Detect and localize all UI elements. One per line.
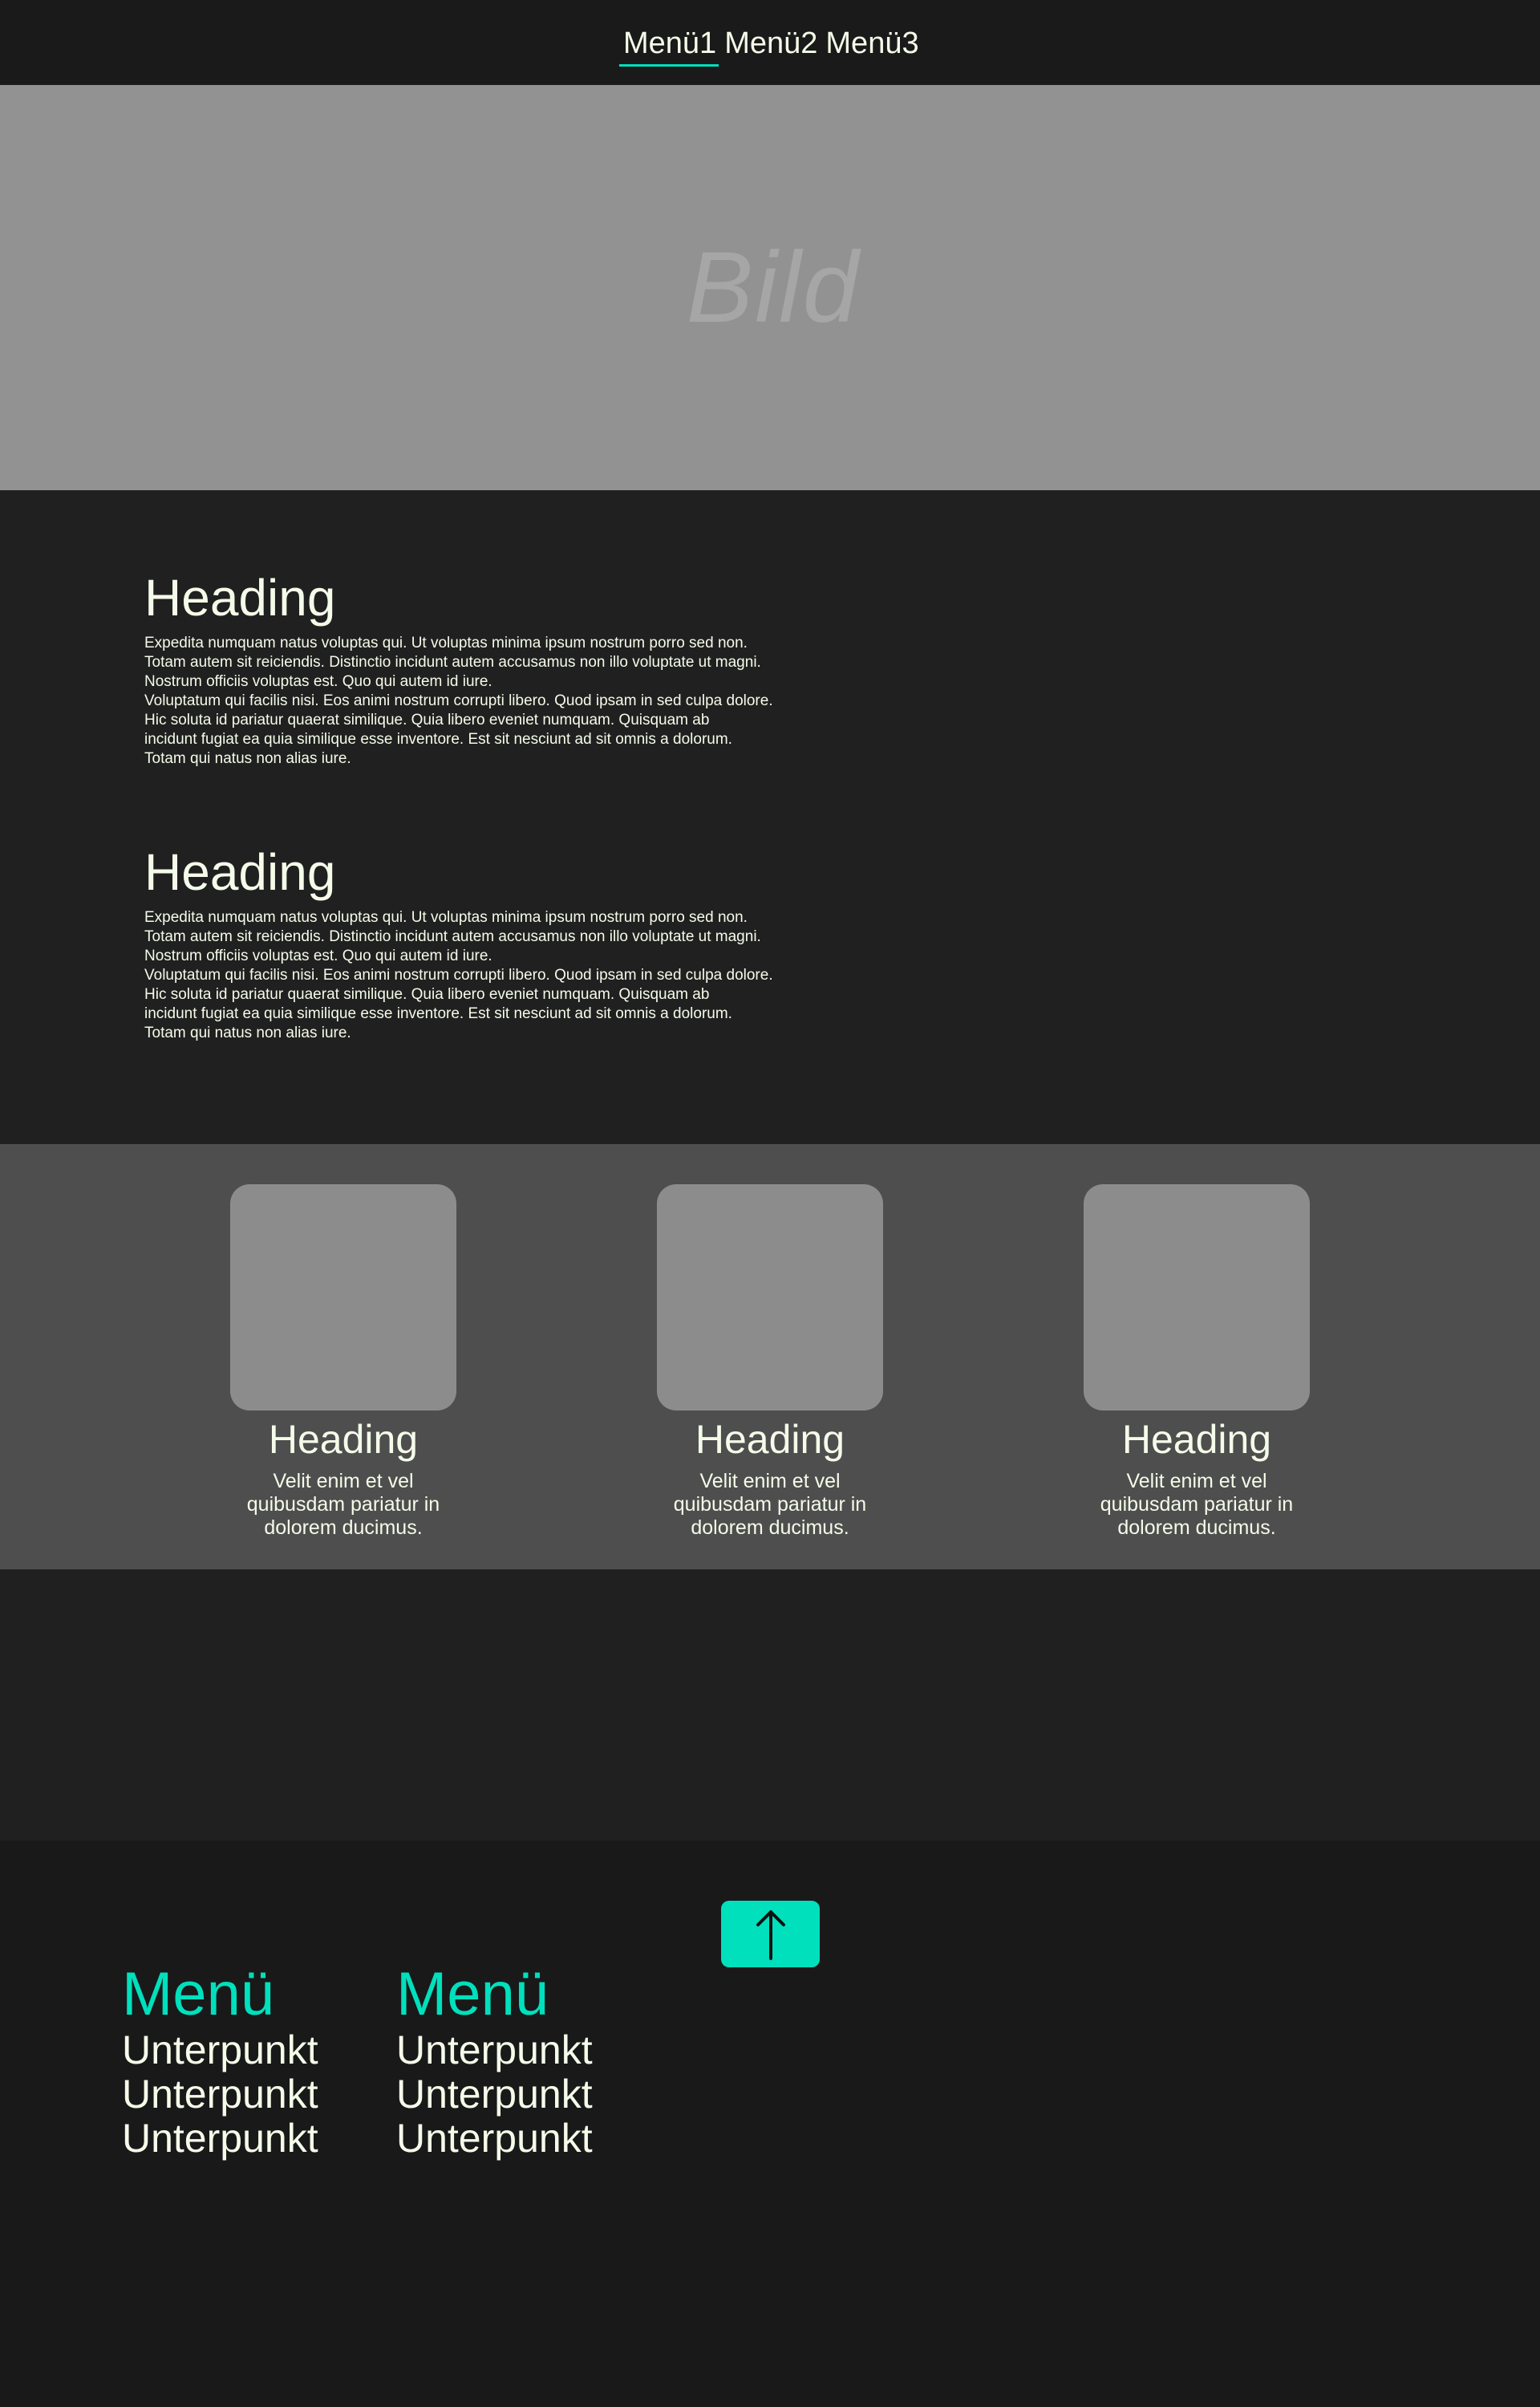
footer-menu-column-2: Menü Unterpunkt Unterpunkt Unterpunkt [396, 1961, 593, 2161]
top-navigation: Menü1 Menü2 Menü3 [0, 0, 1540, 84]
footer-menu-column-1: Menü Unterpunkt Unterpunkt Unterpunkt [122, 1961, 318, 2161]
nav-item-menu2[interactable]: Menü2 [720, 22, 821, 64]
section-heading: Heading [144, 569, 336, 627]
feature-card: Heading Velit enim et vel quibusdam pari… [1044, 1184, 1349, 1540]
footer-link[interactable]: Unterpunkt [396, 2028, 593, 2072]
hero-image-placeholder: Bild [0, 85, 1540, 490]
card-band: Heading Velit enim et vel quibusdam pari… [0, 1144, 1540, 1569]
card-heading: Heading [268, 1417, 419, 1462]
card-text: Velit enim et vel quibusdam pariatur in … [246, 1470, 440, 1539]
card-heading: Heading [695, 1417, 845, 1462]
footer-menu-heading[interactable]: Menü [396, 1961, 593, 2028]
footer-link[interactable]: Unterpunkt [122, 2117, 318, 2161]
footer-link[interactable]: Unterpunkt [122, 2072, 318, 2117]
section-heading: Heading [144, 843, 336, 901]
feature-card: Heading Velit enim et vel quibusdam pari… [191, 1184, 496, 1540]
card-image-placeholder[interactable] [230, 1184, 456, 1411]
section-body: Expedita numquam natus voluptas qui. Ut … [144, 635, 773, 767]
arrow-up-icon [756, 1910, 785, 1960]
feature-card: Heading Velit enim et vel quibusdam pari… [618, 1184, 922, 1540]
text-section-1: Heading Expedita numquam natus voluptas … [144, 571, 834, 769]
card-image-placeholder[interactable] [657, 1184, 883, 1411]
card-image-placeholder[interactable] [1084, 1184, 1310, 1411]
card-heading: Heading [1121, 1417, 1272, 1462]
main-menu: Menü1 Menü2 Menü3 [619, 22, 923, 67]
card-text: Velit enim et vel quibusdam pariatur in … [1100, 1470, 1294, 1539]
card-text: Velit enim et vel quibusdam pariatur in … [673, 1470, 867, 1539]
nav-item-menu1[interactable]: Menü1 [619, 22, 720, 67]
footer-link[interactable]: Unterpunkt [396, 2117, 593, 2161]
footer-menu-heading[interactable]: Menü [122, 1961, 318, 2028]
footer-link[interactable]: Unterpunkt [396, 2072, 593, 2117]
footer-link[interactable]: Unterpunkt [122, 2028, 318, 2072]
footer: Menü Unterpunkt Unterpunkt Unterpunkt Me… [0, 1841, 1540, 2407]
back-to-top-button[interactable] [721, 1901, 820, 1967]
text-section-2: Heading Expedita numquam natus voluptas … [144, 846, 834, 1043]
nav-item-menu3[interactable]: Menü3 [821, 22, 922, 64]
section-body: Expedita numquam natus voluptas qui. Ut … [144, 909, 773, 1041]
hero-image-label: Bild [686, 232, 861, 343]
